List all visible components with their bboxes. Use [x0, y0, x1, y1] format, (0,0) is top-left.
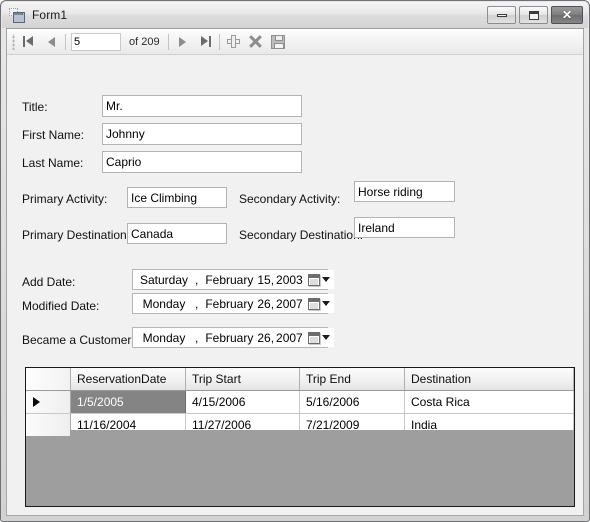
save-icon — [270, 34, 285, 49]
form-icon — [9, 7, 25, 23]
chevron-down-icon — [321, 277, 330, 282]
title-input[interactable] — [102, 95, 302, 117]
move-next-icon — [179, 36, 187, 47]
add-date-comma: , — [195, 272, 199, 287]
modified-date-comma: , — [195, 296, 199, 311]
calendar-icon — [307, 331, 320, 344]
add-date-picker[interactable]: Saturday , February 15, 2003 — [132, 269, 334, 290]
move-previous-button[interactable] — [40, 31, 62, 53]
became-customer-date-picker[interactable]: Monday , February 26, 2007 — [132, 327, 334, 348]
grid-column-header-trip-start[interactable]: Trip Start — [185, 368, 300, 391]
first-name-input[interactable] — [102, 123, 302, 145]
add-new-button[interactable] — [223, 31, 245, 53]
chevron-down-icon — [321, 335, 330, 340]
binding-navigator-toolbar: of 209 — [7, 29, 583, 55]
toolbar-grip[interactable] — [10, 33, 18, 50]
grid-cell-trip-end[interactable]: 5/16/2006 — [299, 390, 405, 414]
grid-header-row: ReservationDate Trip Start Trip End Dest… — [26, 368, 574, 391]
grid-row-header-corner[interactable] — [26, 368, 71, 391]
calendar-icon — [307, 297, 320, 310]
toolbar-separator — [218, 33, 220, 50]
add-date-daynum: 15, — [257, 272, 275, 287]
add-date-dropdown-button[interactable] — [303, 270, 334, 289]
move-first-button[interactable] — [18, 31, 40, 53]
delete-icon — [249, 35, 262, 48]
primary-activity-label: Primary Activity: — [22, 192, 108, 206]
close-button[interactable]: ✕ — [551, 6, 583, 24]
modified-date-dropdown-button[interactable] — [303, 294, 334, 313]
modified-date-day: Monday — [142, 296, 186, 311]
primary-destination-input[interactable] — [127, 223, 227, 244]
form-client-area: of 209 — [6, 28, 584, 516]
maximize-button[interactable] — [519, 6, 548, 24]
secondary-activity-label: Secondary Activity: — [239, 192, 341, 206]
modified-date-year: 2007 — [276, 296, 303, 311]
grid-column-header-trip-end[interactable]: Trip End — [299, 368, 405, 391]
grid-column-header-reservationdate[interactable]: ReservationDate — [70, 368, 186, 391]
window-title: Form1 — [32, 8, 68, 22]
became-customer-comma: , — [195, 330, 199, 345]
became-customer-month: February — [205, 330, 254, 345]
primary-activity-input[interactable] — [127, 187, 227, 208]
modified-date-daynum: 26, — [257, 296, 275, 311]
toolbar-separator — [167, 33, 169, 50]
add-icon — [227, 35, 241, 48]
chevron-down-icon — [321, 301, 330, 306]
grid-row-header-selected[interactable] — [26, 390, 71, 414]
title-bar[interactable]: Form1 ✕ — [2, 2, 588, 28]
row-pointer-icon — [33, 397, 40, 407]
secondary-activity-input[interactable] — [354, 181, 455, 202]
minimize-button[interactable] — [487, 6, 516, 24]
modified-date-value: Monday , February 26, 2007 — [133, 297, 304, 311]
last-name-label: Last Name: — [22, 156, 84, 170]
minimize-icon — [496, 13, 507, 17]
grid-cell-trip-start[interactable]: 4/15/2006 — [185, 390, 300, 414]
add-date-month: February — [205, 272, 254, 287]
move-previous-icon — [47, 36, 55, 47]
maximize-icon — [528, 10, 539, 20]
modified-date-picker[interactable]: Monday , February 26, 2007 — [132, 293, 334, 314]
calendar-icon — [307, 273, 320, 286]
primary-destination-label: Primary Destination: — [22, 228, 131, 242]
grid-table: ReservationDate Trip Start Trip End Dest… — [26, 368, 574, 437]
grid-empty-area — [26, 430, 574, 506]
grid-row-header[interactable] — [26, 413, 71, 437]
close-icon: ✕ — [561, 8, 573, 22]
add-date-label: Add Date: — [22, 275, 76, 289]
last-name-input[interactable] — [102, 151, 302, 173]
secondary-destination-label: Secondary Destination: — [239, 228, 364, 242]
move-first-icon — [23, 36, 35, 47]
became-customer-date-value: Monday , February 26, 2007 — [133, 331, 304, 345]
add-date-value: Saturday , February 15, 2003 — [133, 273, 304, 287]
move-next-button[interactable] — [172, 31, 194, 53]
modified-date-label: Modified Date: — [22, 299, 100, 313]
record-count-label: of 209 — [129, 35, 160, 48]
grid-cell-reservationdate[interactable]: 1/5/2005 — [70, 390, 186, 414]
became-customer-daynum: 26, — [257, 330, 275, 345]
title-label: Title: — [22, 100, 48, 114]
application-window: Form1 ✕ 5 of 209 Title: Mr. First Name: … — [0, 0, 590, 522]
window-controls: ✕ — [487, 6, 583, 24]
position-input[interactable] — [71, 32, 121, 51]
modified-date-month: February — [205, 296, 254, 311]
save-button[interactable] — [267, 31, 289, 53]
became-customer-day: Monday — [142, 330, 186, 345]
add-date-year: 2003 — [276, 272, 303, 287]
became-customer-label: Became a Customer: — [22, 333, 135, 347]
move-last-icon — [199, 36, 211, 47]
grid-column-header-destination[interactable]: Destination — [404, 368, 574, 391]
became-customer-year: 2007 — [276, 330, 303, 345]
became-customer-dropdown-button[interactable] — [303, 328, 334, 347]
grid-cell-destination[interactable]: Costa Rica — [404, 390, 574, 414]
delete-button[interactable] — [245, 31, 267, 53]
add-date-day: Saturday — [139, 272, 189, 287]
secondary-destination-input[interactable] — [354, 217, 455, 238]
first-name-label: First Name: — [22, 128, 85, 142]
reservations-data-grid[interactable]: ReservationDate Trip Start Trip End Dest… — [25, 367, 575, 507]
toolbar-separator — [65, 33, 66, 50]
table-row[interactable]: 1/5/2005 4/15/2006 5/16/2006 Costa Rica — [26, 390, 574, 414]
move-last-button[interactable] — [194, 31, 216, 53]
